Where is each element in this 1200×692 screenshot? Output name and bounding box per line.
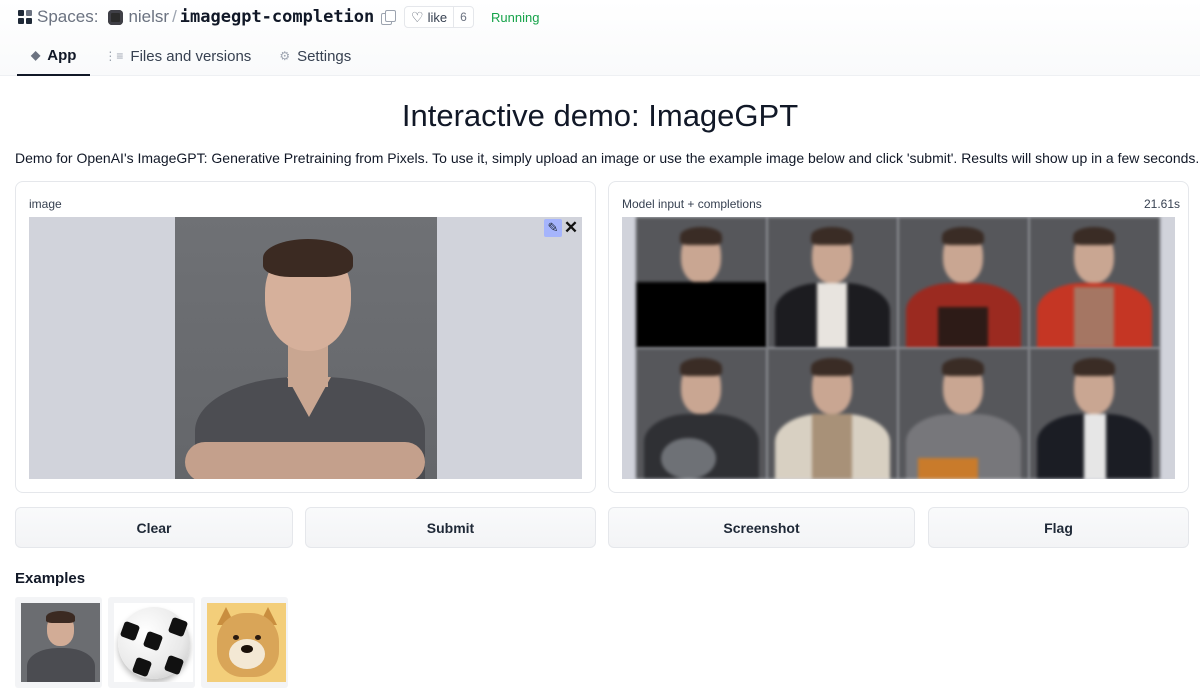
page-title: Interactive demo: ImageGPT	[401, 98, 799, 133]
breadcrumb-separator: /	[172, 7, 177, 26]
tab-settings-label: Settings	[297, 47, 352, 65]
completion-cell	[898, 348, 1029, 479]
image-input-panel: image ✎ ✕	[15, 181, 596, 493]
spaces-label[interactable]: Spaces:	[37, 7, 98, 27]
uploaded-portrait-image	[175, 217, 437, 479]
heart-icon: ♡	[411, 9, 424, 25]
examples-list	[15, 597, 288, 688]
owner-link[interactable]: nielsr	[128, 7, 169, 27]
repo-name-link[interactable]: imagegpt-completion	[180, 7, 374, 27]
image-upload-area[interactable]: ✎ ✕	[29, 217, 582, 479]
page-description: Demo for OpenAI's ImageGPT: Generative P…	[15, 150, 1200, 166]
clear-button[interactable]: Clear	[15, 507, 293, 548]
gear-icon: ⚙	[279, 49, 291, 63]
cube-icon: ◆	[31, 48, 41, 62]
files-icon: ⋮≡	[104, 49, 124, 63]
space-breadcrumb: Spaces: nielsr / imagegpt-completion	[18, 6, 397, 28]
tab-settings[interactable]: ⚙ Settings	[265, 36, 365, 76]
submit-button[interactable]: Submit	[305, 507, 596, 548]
top-header: Spaces: nielsr / imagegpt-completion ♡ l…	[0, 0, 1200, 76]
example-doge[interactable]	[201, 597, 288, 688]
examples-heading: Examples	[15, 570, 86, 587]
completion-cell	[898, 217, 1029, 348]
space-tabs: ◆ App ⋮≡ Files and versions ⚙ Settings	[17, 36, 365, 76]
like-label: like	[427, 9, 448, 25]
tab-app[interactable]: ◆ App	[17, 36, 91, 76]
example-soccer-ball-image	[114, 603, 193, 682]
like-button[interactable]: ♡ like 6	[404, 6, 474, 28]
tab-app-label: App	[47, 46, 77, 64]
tab-files-and-versions[interactable]: ⋮≡ Files and versions	[90, 36, 265, 76]
example-portrait[interactable]	[15, 597, 102, 688]
tab-files-label: Files and versions	[130, 47, 252, 65]
screenshot-button[interactable]: Screenshot	[608, 507, 915, 548]
flag-button[interactable]: Flag	[928, 507, 1189, 548]
completion-cell-masked-input	[636, 217, 767, 348]
like-count[interactable]: 6	[454, 7, 473, 27]
spaces-logo-icon[interactable]	[18, 10, 32, 24]
example-portrait-image	[21, 603, 100, 682]
completion-cell	[1029, 348, 1160, 479]
status-badge: Running	[491, 10, 540, 25]
example-doge-image	[207, 603, 286, 682]
example-soccer-ball[interactable]	[108, 597, 195, 688]
completions-grid	[636, 217, 1160, 479]
output-image-area	[622, 217, 1175, 479]
completion-cell	[636, 348, 767, 479]
image-input-label: image	[29, 197, 62, 211]
output-label: Model input + completions	[622, 197, 762, 211]
completion-cell	[1029, 217, 1160, 348]
copy-icon[interactable]	[381, 10, 397, 25]
output-panel: Model input + completions 21.61s	[608, 181, 1189, 493]
like-label-wrap[interactable]: ♡ like	[405, 7, 455, 27]
completion-cell	[767, 217, 898, 348]
elapsed-time: 21.61s	[1143, 197, 1180, 211]
close-icon[interactable]: ✕	[562, 219, 580, 237]
completion-cell	[767, 348, 898, 479]
pencil-icon[interactable]: ✎	[544, 219, 562, 237]
owner-avatar	[108, 9, 124, 25]
